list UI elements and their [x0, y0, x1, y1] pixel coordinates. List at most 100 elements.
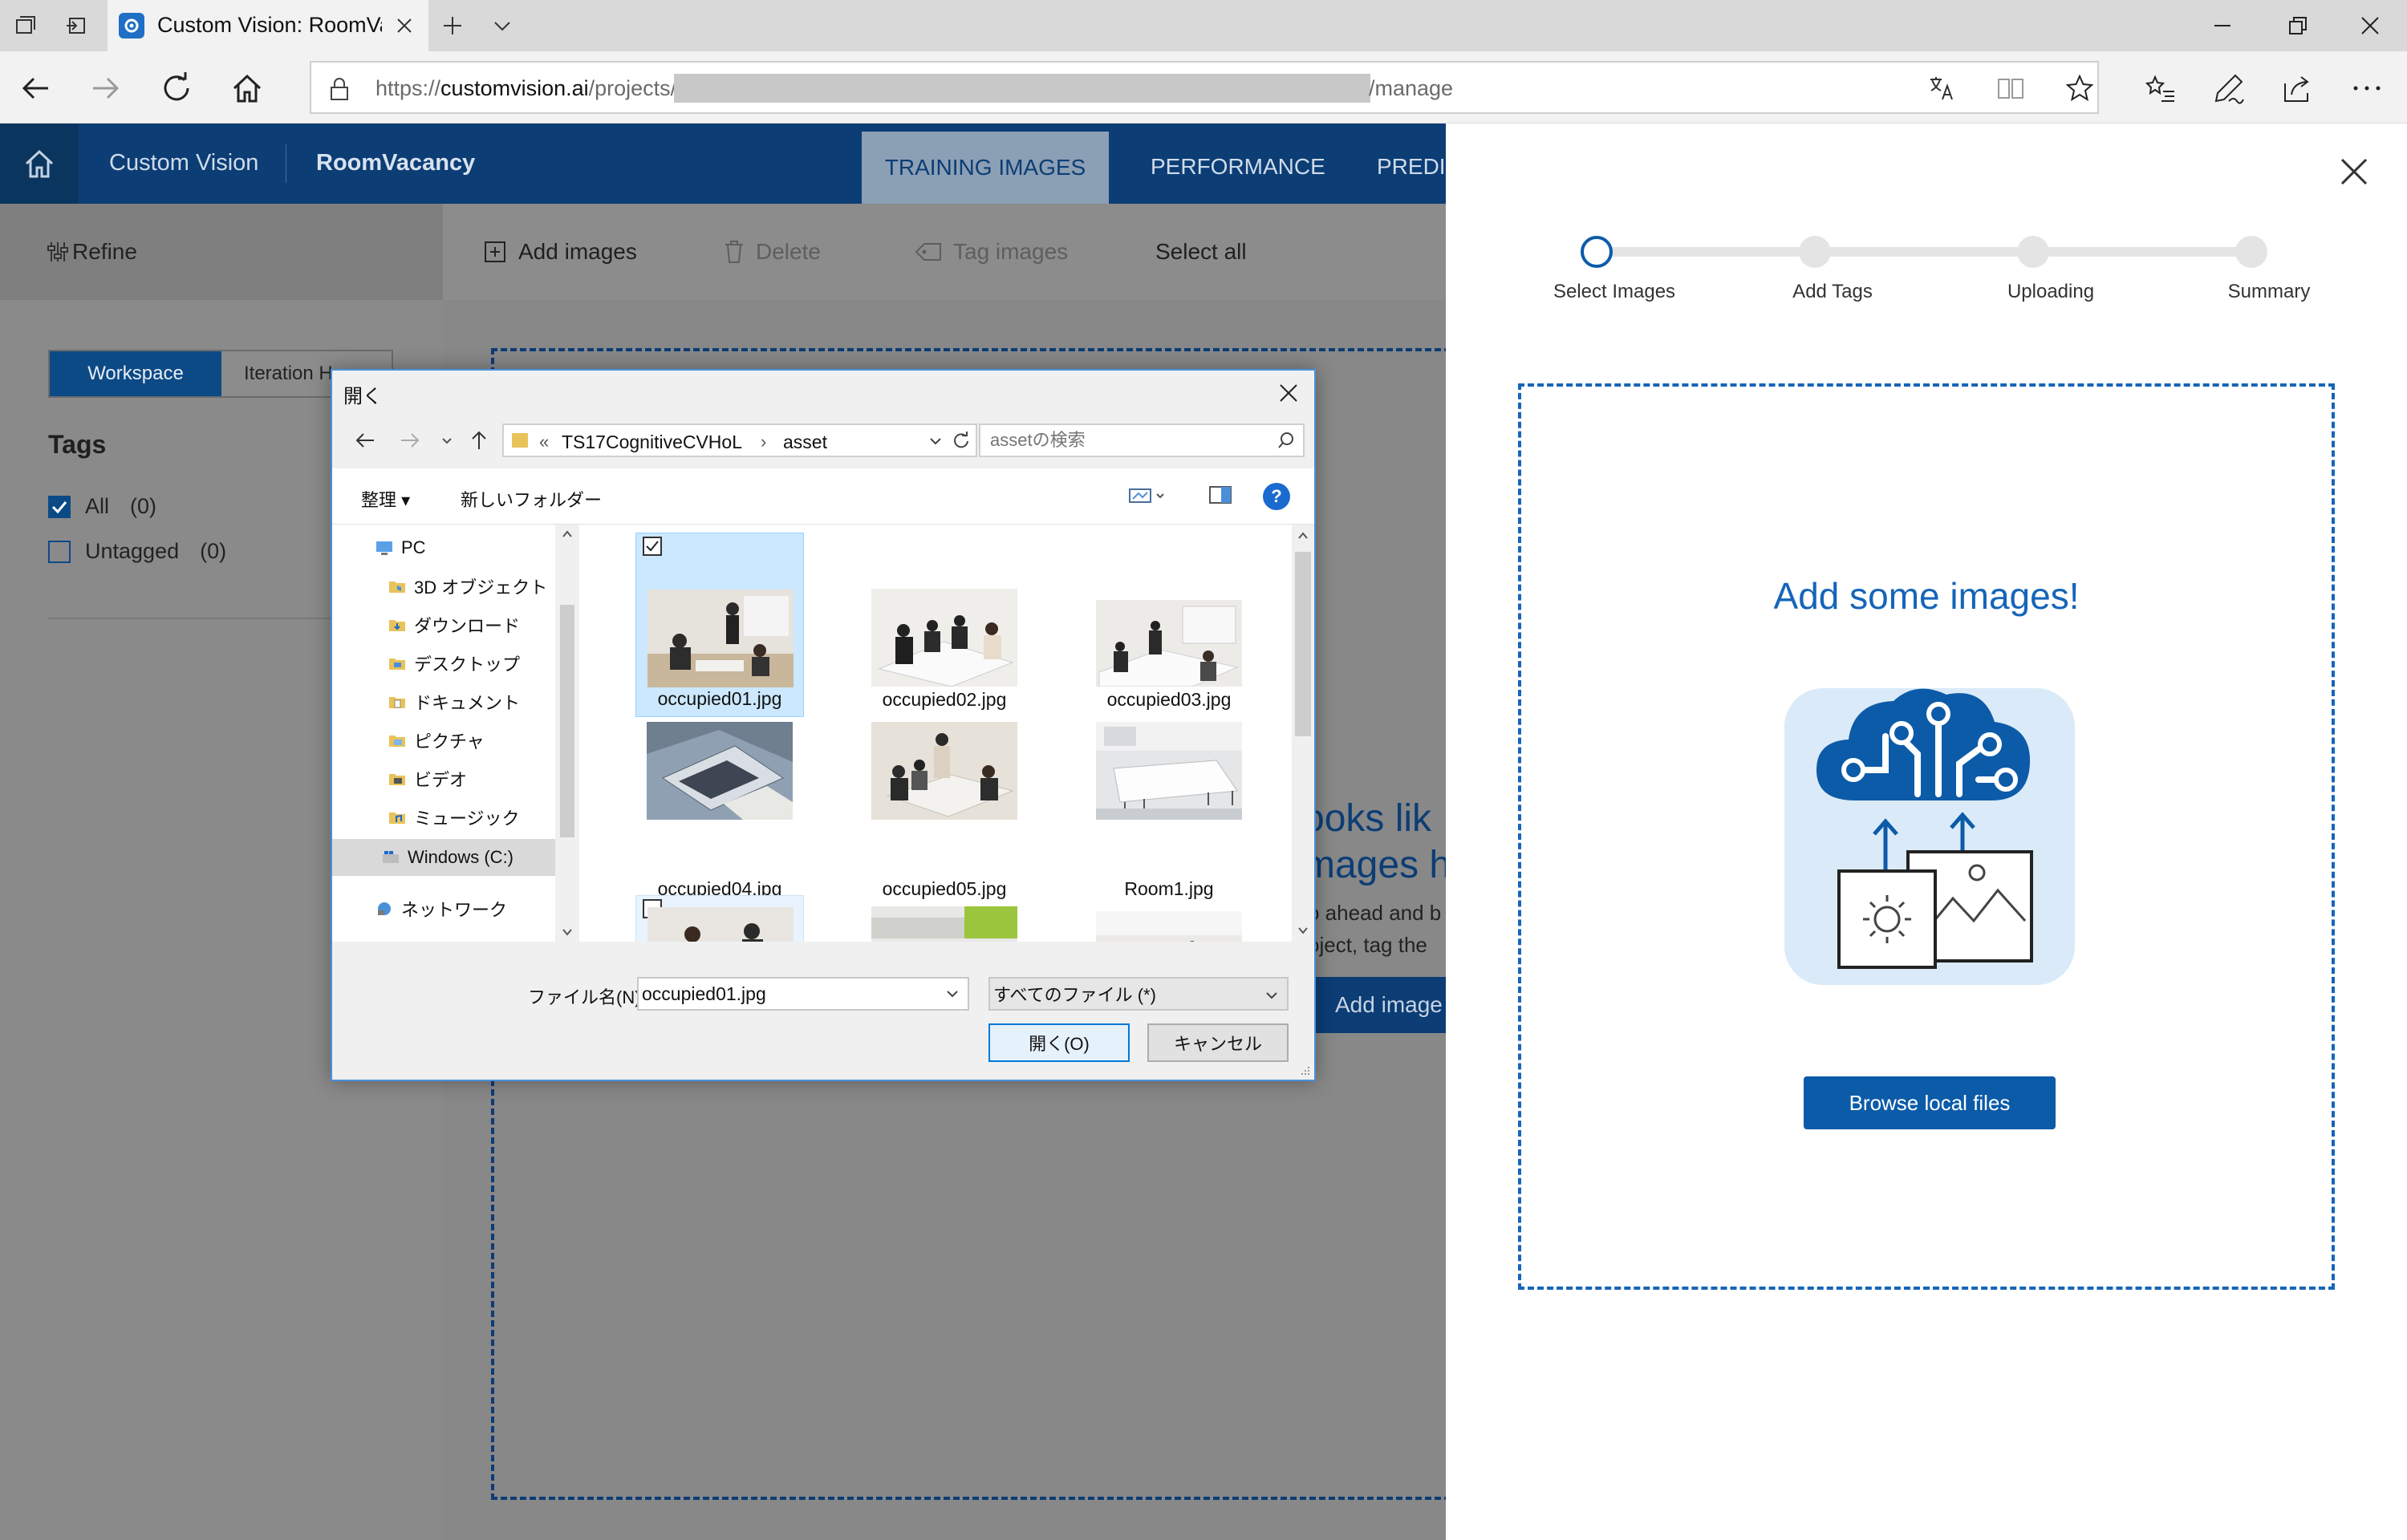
panel-close-icon[interactable] — [2335, 152, 2373, 191]
tree-item-desktop[interactable]: デスクトップ — [332, 645, 555, 682]
refine-bar[interactable]: Refine — [0, 204, 443, 300]
files-scroll-thumb[interactable] — [1295, 552, 1311, 736]
tree-item-network[interactable]: ネットワーク — [332, 890, 555, 927]
open-button[interactable]: 開く(O) — [988, 1023, 1130, 1062]
project-name[interactable]: RoomVacancy — [316, 150, 475, 176]
tab-performance[interactable]: PERFORMANCE — [1151, 154, 1325, 180]
cloud-upload-illustration-icon — [1781, 680, 2078, 1001]
tree-item-videos[interactable]: ビデオ — [332, 760, 555, 797]
path-segment[interactable]: TS17CognitiveCVHoL — [562, 432, 742, 453]
pen-notes-icon[interactable] — [2210, 69, 2248, 107]
tree-scroll-thumb[interactable] — [560, 605, 574, 837]
dialog-forward-icon[interactable] — [396, 427, 424, 454]
tree-scrollbar[interactable] — [555, 525, 579, 942]
search-icon[interactable] — [1277, 432, 1295, 449]
tag-filter-untagged[interactable]: Untagged (0) — [48, 539, 226, 564]
reading-view-icon[interactable] — [1993, 72, 2028, 104]
more-options-icon[interactable] — [2348, 69, 2386, 107]
checkbox-checked-icon[interactable] — [48, 495, 71, 518]
path-dropdown-chevron-icon[interactable] — [926, 432, 945, 451]
favorites-hub-icon[interactable] — [2141, 69, 2179, 107]
recent-locations-chevron-icon[interactable] — [433, 427, 461, 454]
restore-icon[interactable] — [2274, 8, 2322, 43]
refresh-icon[interactable] — [950, 430, 972, 452]
file-tile[interactable]: occupied02.jpg — [860, 533, 1029, 717]
app-brand[interactable]: Custom Vision — [109, 150, 258, 176]
file-open-dialog: 開く « TS17CognitiveCVHoL › asset 整理 ▾ 新しい… — [331, 369, 1316, 1081]
up-folder-icon[interactable] — [465, 427, 493, 454]
filename-dropdown-chevron-icon[interactable] — [945, 987, 960, 1001]
file-tile[interactable]: occupied01.jpg — [635, 533, 804, 717]
segment-workspace[interactable]: Workspace — [50, 351, 221, 396]
checkbox-checked-icon[interactable] — [643, 537, 662, 556]
refresh-icon[interactable] — [157, 69, 196, 107]
scroll-down-icon[interactable] — [1297, 926, 1309, 935]
home-icon[interactable] — [228, 69, 266, 107]
window-close-icon[interactable] — [2346, 8, 2394, 43]
browse-local-files-button[interactable]: Browse local files — [1804, 1076, 2056, 1129]
pictures-folder-icon — [389, 736, 405, 747]
new-tab-icon[interactable] — [436, 10, 469, 42]
dialog-close-icon[interactable] — [1273, 377, 1305, 409]
tag-filter-all[interactable]: All (0) — [48, 494, 156, 519]
add-images-button[interactable]: Add images — [483, 239, 637, 265]
browser-tab-active[interactable]: Custom Vision: RoomVa — [108, 0, 428, 51]
file-grid: occupied01.jpg occupied02.jpg occupied03… — [605, 525, 1300, 942]
organize-menu[interactable]: 整理 ▾ — [361, 486, 410, 512]
path-overflow[interactable]: « — [539, 432, 549, 452]
forward-icon[interactable] — [87, 69, 125, 107]
path-breadcrumb[interactable]: « TS17CognitiveCVHoL › asset — [502, 424, 977, 457]
filetype-select[interactable]: すべてのファイル (*) — [988, 977, 1289, 1011]
tab-preview-chevron-icon[interactable] — [486, 10, 518, 42]
tree-item-downloads[interactable]: ダウンロード — [332, 606, 555, 643]
empty-state-heading: ooks lik mages h — [1303, 796, 1451, 889]
file-tile[interactable] — [1085, 895, 1253, 942]
dialog-back-icon[interactable] — [351, 427, 379, 454]
cancel-button[interactable]: キャンセル — [1147, 1023, 1289, 1062]
tag-label: Untagged — [85, 539, 180, 563]
delete-button[interactable]: Delete — [724, 239, 821, 265]
trash-icon — [724, 240, 745, 264]
file-tile[interactable] — [860, 895, 1029, 942]
tree-item-documents[interactable]: ドキュメント — [332, 683, 555, 720]
address-bar[interactable]: https://customvision.ai/projects/ /manag… — [310, 61, 2099, 114]
tree-item-pc[interactable]: PC — [332, 529, 555, 566]
file-tile[interactable] — [635, 895, 804, 942]
files-scrollbar[interactable] — [1292, 525, 1314, 942]
checkbox-unchecked-icon[interactable] — [48, 540, 71, 563]
custom-vision-favicon-icon — [119, 13, 144, 38]
scroll-down-icon[interactable] — [562, 927, 573, 937]
filename-input[interactable] — [637, 977, 969, 1011]
resize-grip-icon[interactable] — [1298, 1064, 1311, 1076]
file-tile[interactable]: occupied03.jpg — [1085, 533, 1253, 717]
tab-close-icon[interactable] — [392, 13, 417, 38]
favorite-star-icon[interactable] — [2062, 72, 2097, 104]
folder-search-input[interactable] — [979, 424, 1305, 457]
filetype-dropdown-chevron-icon[interactable] — [1264, 988, 1279, 1003]
app-home-icon[interactable] — [0, 124, 79, 204]
tab-manager-icon[interactable] — [10, 10, 42, 42]
file-tile[interactable]: occupied04.jpg — [635, 722, 804, 906]
new-folder-button[interactable]: 新しいフォルダー — [461, 486, 602, 512]
tree-item-3d-objects[interactable]: 3D オブジェクト — [332, 568, 555, 605]
set-aside-tabs-icon[interactable] — [59, 10, 91, 42]
minimize-icon[interactable] — [2198, 8, 2247, 43]
help-icon[interactable]: ? — [1263, 483, 1290, 510]
back-icon[interactable] — [16, 69, 55, 107]
tree-item-windows-c[interactable]: Windows (C:) — [332, 839, 555, 876]
preview-pane-icon[interactable] — [1208, 484, 1232, 505]
image-drop-zone[interactable]: Add some images! Browse local files — [1518, 383, 2335, 1290]
path-segment[interactable]: asset — [783, 432, 827, 453]
tree-item-music[interactable]: ミュージック — [332, 799, 555, 836]
translate-icon[interactable] — [1924, 72, 1959, 104]
scroll-up-icon[interactable] — [1297, 531, 1309, 541]
view-options-icon[interactable] — [1128, 486, 1167, 505]
select-all-button[interactable]: Select all — [1155, 239, 1247, 265]
scroll-up-icon[interactable] — [562, 529, 573, 539]
file-tile[interactable]: occupied05.jpg — [860, 722, 1029, 906]
tree-item-pictures[interactable]: ピクチャ — [332, 722, 555, 759]
tab-training-images[interactable]: TRAINING IMAGES — [862, 132, 1109, 204]
file-tile[interactable]: Room1.jpg — [1085, 722, 1253, 906]
share-icon[interactable] — [2279, 69, 2317, 107]
tag-images-button[interactable]: Tag images — [915, 239, 1068, 265]
